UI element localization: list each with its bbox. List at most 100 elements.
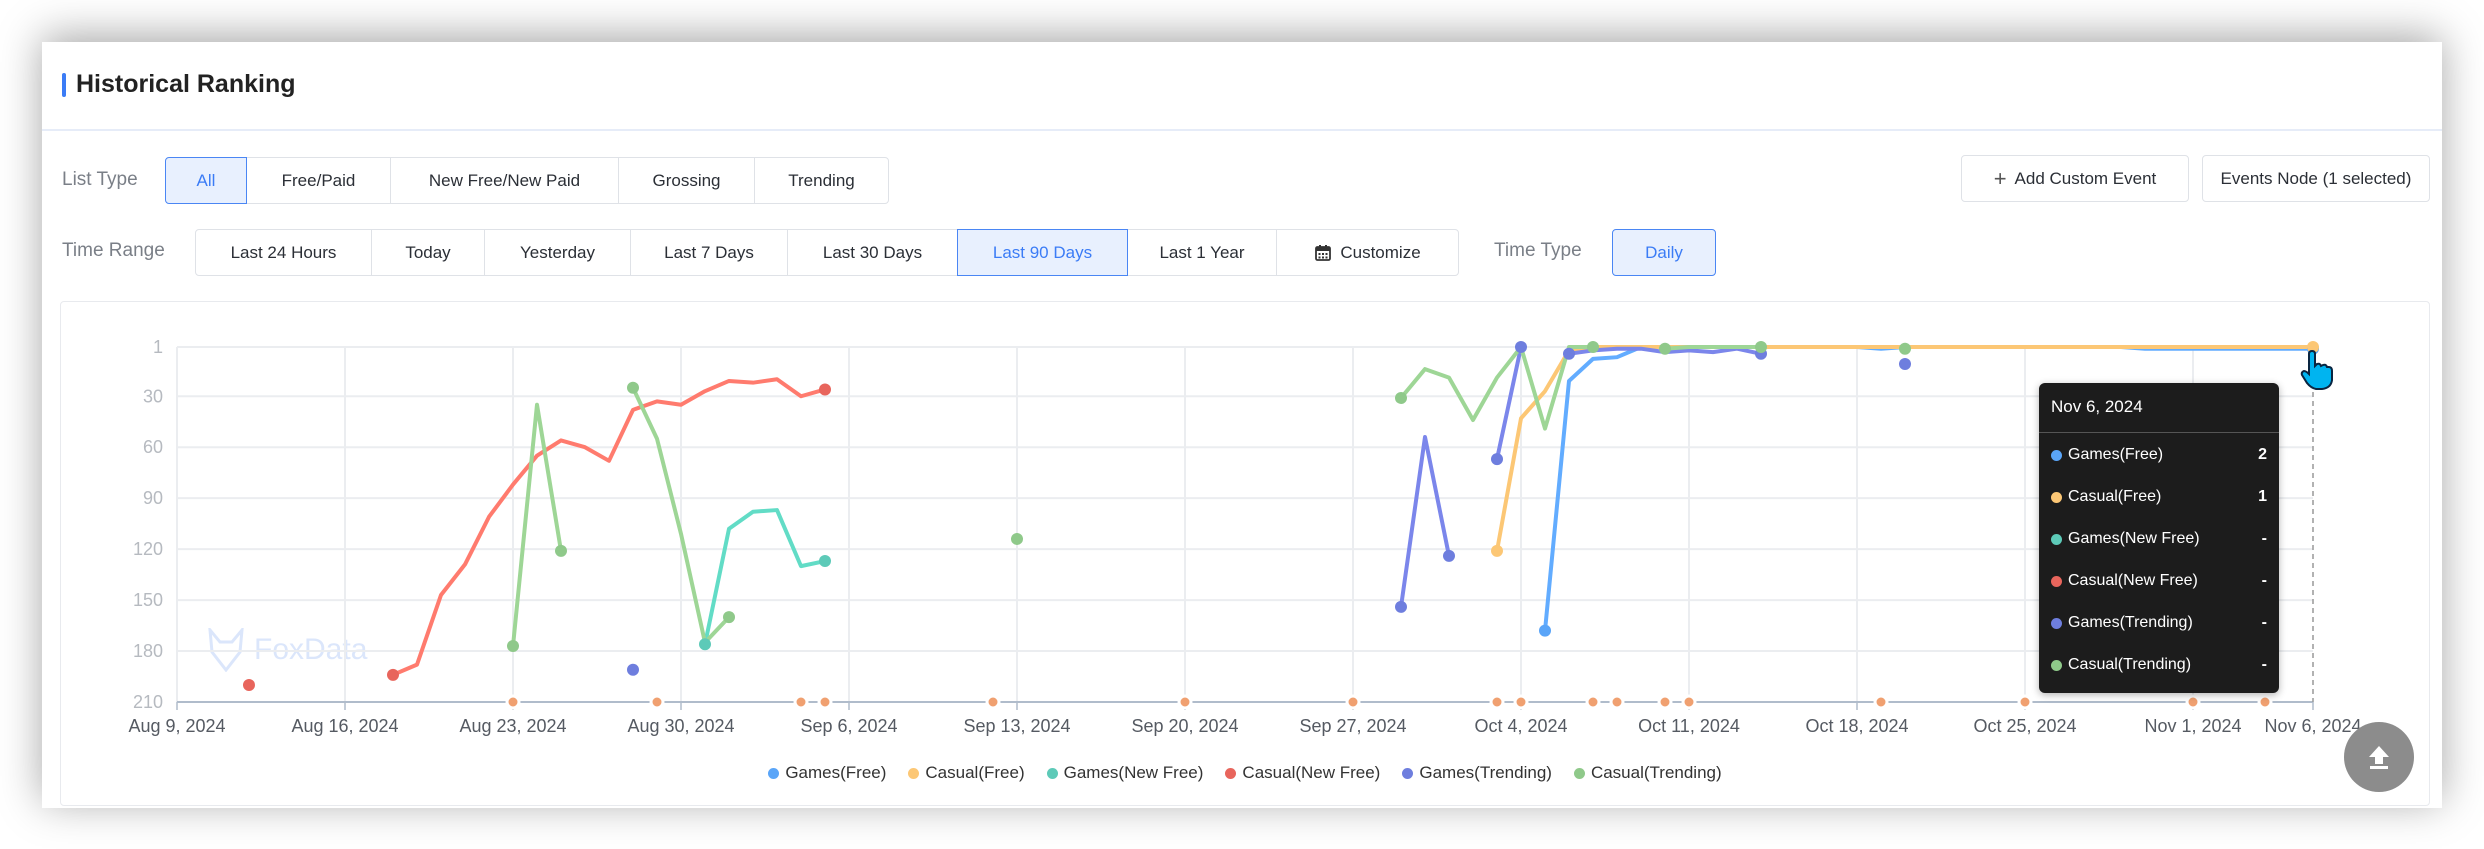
data-point (555, 544, 567, 557)
x-tick-label: Oct 25, 2024 (1973, 716, 2076, 736)
y-tick-label: 90 (143, 488, 163, 508)
tooltip-series-value: 2 (2258, 446, 2267, 463)
time-range-last-90-days[interactable]: Last 90 Days (957, 229, 1128, 276)
data-point (1755, 341, 1767, 353)
tooltip-series-name: Games(New Free) (2068, 530, 2200, 547)
scroll-to-top-button[interactable] (2344, 722, 2414, 792)
legend-item[interactable]: Games(Free) (768, 763, 886, 783)
tooltip-row: Casual(New Free) - (2051, 569, 2267, 593)
tooltip-series-name: Casual(Free) (2068, 488, 2162, 505)
list-type-all[interactable]: All (165, 157, 247, 204)
data-point (1395, 391, 1407, 404)
data-point (1899, 357, 1911, 370)
data-point (1443, 549, 1455, 562)
event-marker (793, 694, 809, 710)
tooltip-series-dot (2051, 449, 2062, 461)
tooltip-row: Games(New Free) - (2051, 527, 2267, 551)
data-point (723, 611, 735, 624)
event-marker (2185, 694, 2201, 710)
x-tick-label: Sep 6, 2024 (800, 716, 897, 736)
legend-label: Games(Trending) (1419, 763, 1552, 782)
tooltip-series-name: Games(Trending) (2068, 614, 2193, 631)
legend-label: Games(Free) (785, 763, 887, 782)
legend-dot (1046, 767, 1058, 779)
tooltip-series-dot (2051, 617, 2062, 629)
x-tick-label: Aug 16, 2024 (291, 716, 398, 736)
event-marker (1513, 694, 1529, 710)
tooltip-series-dot (2051, 533, 2062, 545)
event-marker (1657, 694, 1673, 710)
tooltip-series-value: - (2261, 656, 2267, 673)
event-marker (1873, 694, 1889, 710)
legend-dot (1402, 767, 1414, 779)
legend-item[interactable]: Games(Trending) (1402, 763, 1552, 783)
chart-tooltip: Nov 6, 2024 Games(Free) 2 Casual(Free) 1 Gam… (2039, 383, 2279, 693)
data-point (1395, 600, 1407, 613)
legend-item[interactable]: Casual(Free) (908, 763, 1025, 783)
tooltip-series-value: - (2261, 614, 2267, 631)
legend-item[interactable]: Casual(Trending) (1573, 763, 1722, 783)
chart-legend: Games(Free) Casual(Free) Games(New Free) Ca… (0, 763, 2484, 783)
legend-item[interactable]: Games(New Free) (1046, 763, 1204, 783)
event-marker (985, 694, 1001, 710)
legend-dot (908, 767, 920, 779)
time-type-daily[interactable]: Daily (1612, 229, 1716, 276)
tooltip-row: Casual(Trending) - (2051, 653, 2267, 677)
x-tick-label: Aug 23, 2024 (459, 716, 566, 736)
event-marker (2257, 694, 2273, 710)
event-marker (817, 694, 833, 710)
x-tick-label: Aug 9, 2024 (128, 716, 225, 736)
event-marker (1177, 694, 1193, 710)
legend-dot (1573, 767, 1585, 779)
data-point (1587, 341, 1599, 353)
event-marker (1585, 694, 1601, 710)
legend-item[interactable]: Casual(New Free) (1225, 763, 1380, 783)
data-point (819, 383, 831, 396)
event-marker (2017, 694, 2033, 710)
y-tick-label: 150 (133, 590, 163, 610)
x-tick-label: Nov 6, 2024 (2264, 716, 2361, 736)
x-tick-label: Sep 27, 2024 (1299, 716, 1406, 736)
series-line-casual-new-free- (392, 377, 826, 677)
series-line-games-trending- (1399, 435, 1451, 608)
x-tick-label: Oct 4, 2024 (1474, 716, 1567, 736)
series-line-casual-trending- (511, 402, 563, 647)
y-tick-label: 120 (133, 539, 163, 559)
x-tick-label: Oct 11, 2024 (1638, 716, 1740, 736)
tooltip-series-dot (2051, 659, 2062, 671)
x-tick-label: Sep 20, 2024 (1131, 716, 1238, 736)
event-marker (1489, 694, 1505, 710)
data-point (1563, 347, 1575, 360)
tooltip-row: Casual(Free) 1 (2051, 485, 2267, 509)
series-line-casual-trending- (1664, 345, 1761, 351)
legend-label: Casual(Free) (925, 763, 1025, 782)
legend-label: Casual(New Free) (1242, 763, 1381, 782)
x-tick-label: Oct 18, 2024 (1805, 716, 1908, 736)
tooltip-series-name: Games(Free) (2068, 446, 2164, 463)
legend-label: Casual(Trending) (1590, 763, 1722, 782)
data-point (819, 555, 831, 568)
y-tick-label: 180 (133, 641, 163, 661)
event-marker (1609, 694, 1625, 710)
data-point (1491, 544, 1503, 557)
x-tick-label: Nov 1, 2024 (2144, 716, 2241, 736)
x-tick-label: Aug 30, 2024 (627, 716, 734, 736)
tooltip-divider (2039, 432, 2279, 433)
tooltip-date: Nov 6, 2024 (2051, 397, 2143, 416)
data-point (1491, 453, 1503, 466)
tooltip-series-dot (2051, 575, 2062, 587)
upload-arrow-icon (2369, 746, 2389, 769)
tooltip-series-value: 1 (2258, 488, 2267, 505)
tooltip-series-value: - (2261, 572, 2267, 589)
event-marker (649, 694, 665, 710)
y-tick-label: 30 (143, 386, 163, 406)
legend-label: Games(New Free) (1063, 763, 1204, 782)
data-point (627, 663, 639, 676)
data-point (1659, 342, 1671, 355)
data-point (1899, 342, 1911, 355)
hand-cursor-icon (2300, 350, 2333, 390)
data-point (627, 381, 639, 394)
event-marker (1681, 694, 1697, 710)
y-tick-label: 1 (153, 337, 163, 357)
event-marker (505, 694, 521, 710)
